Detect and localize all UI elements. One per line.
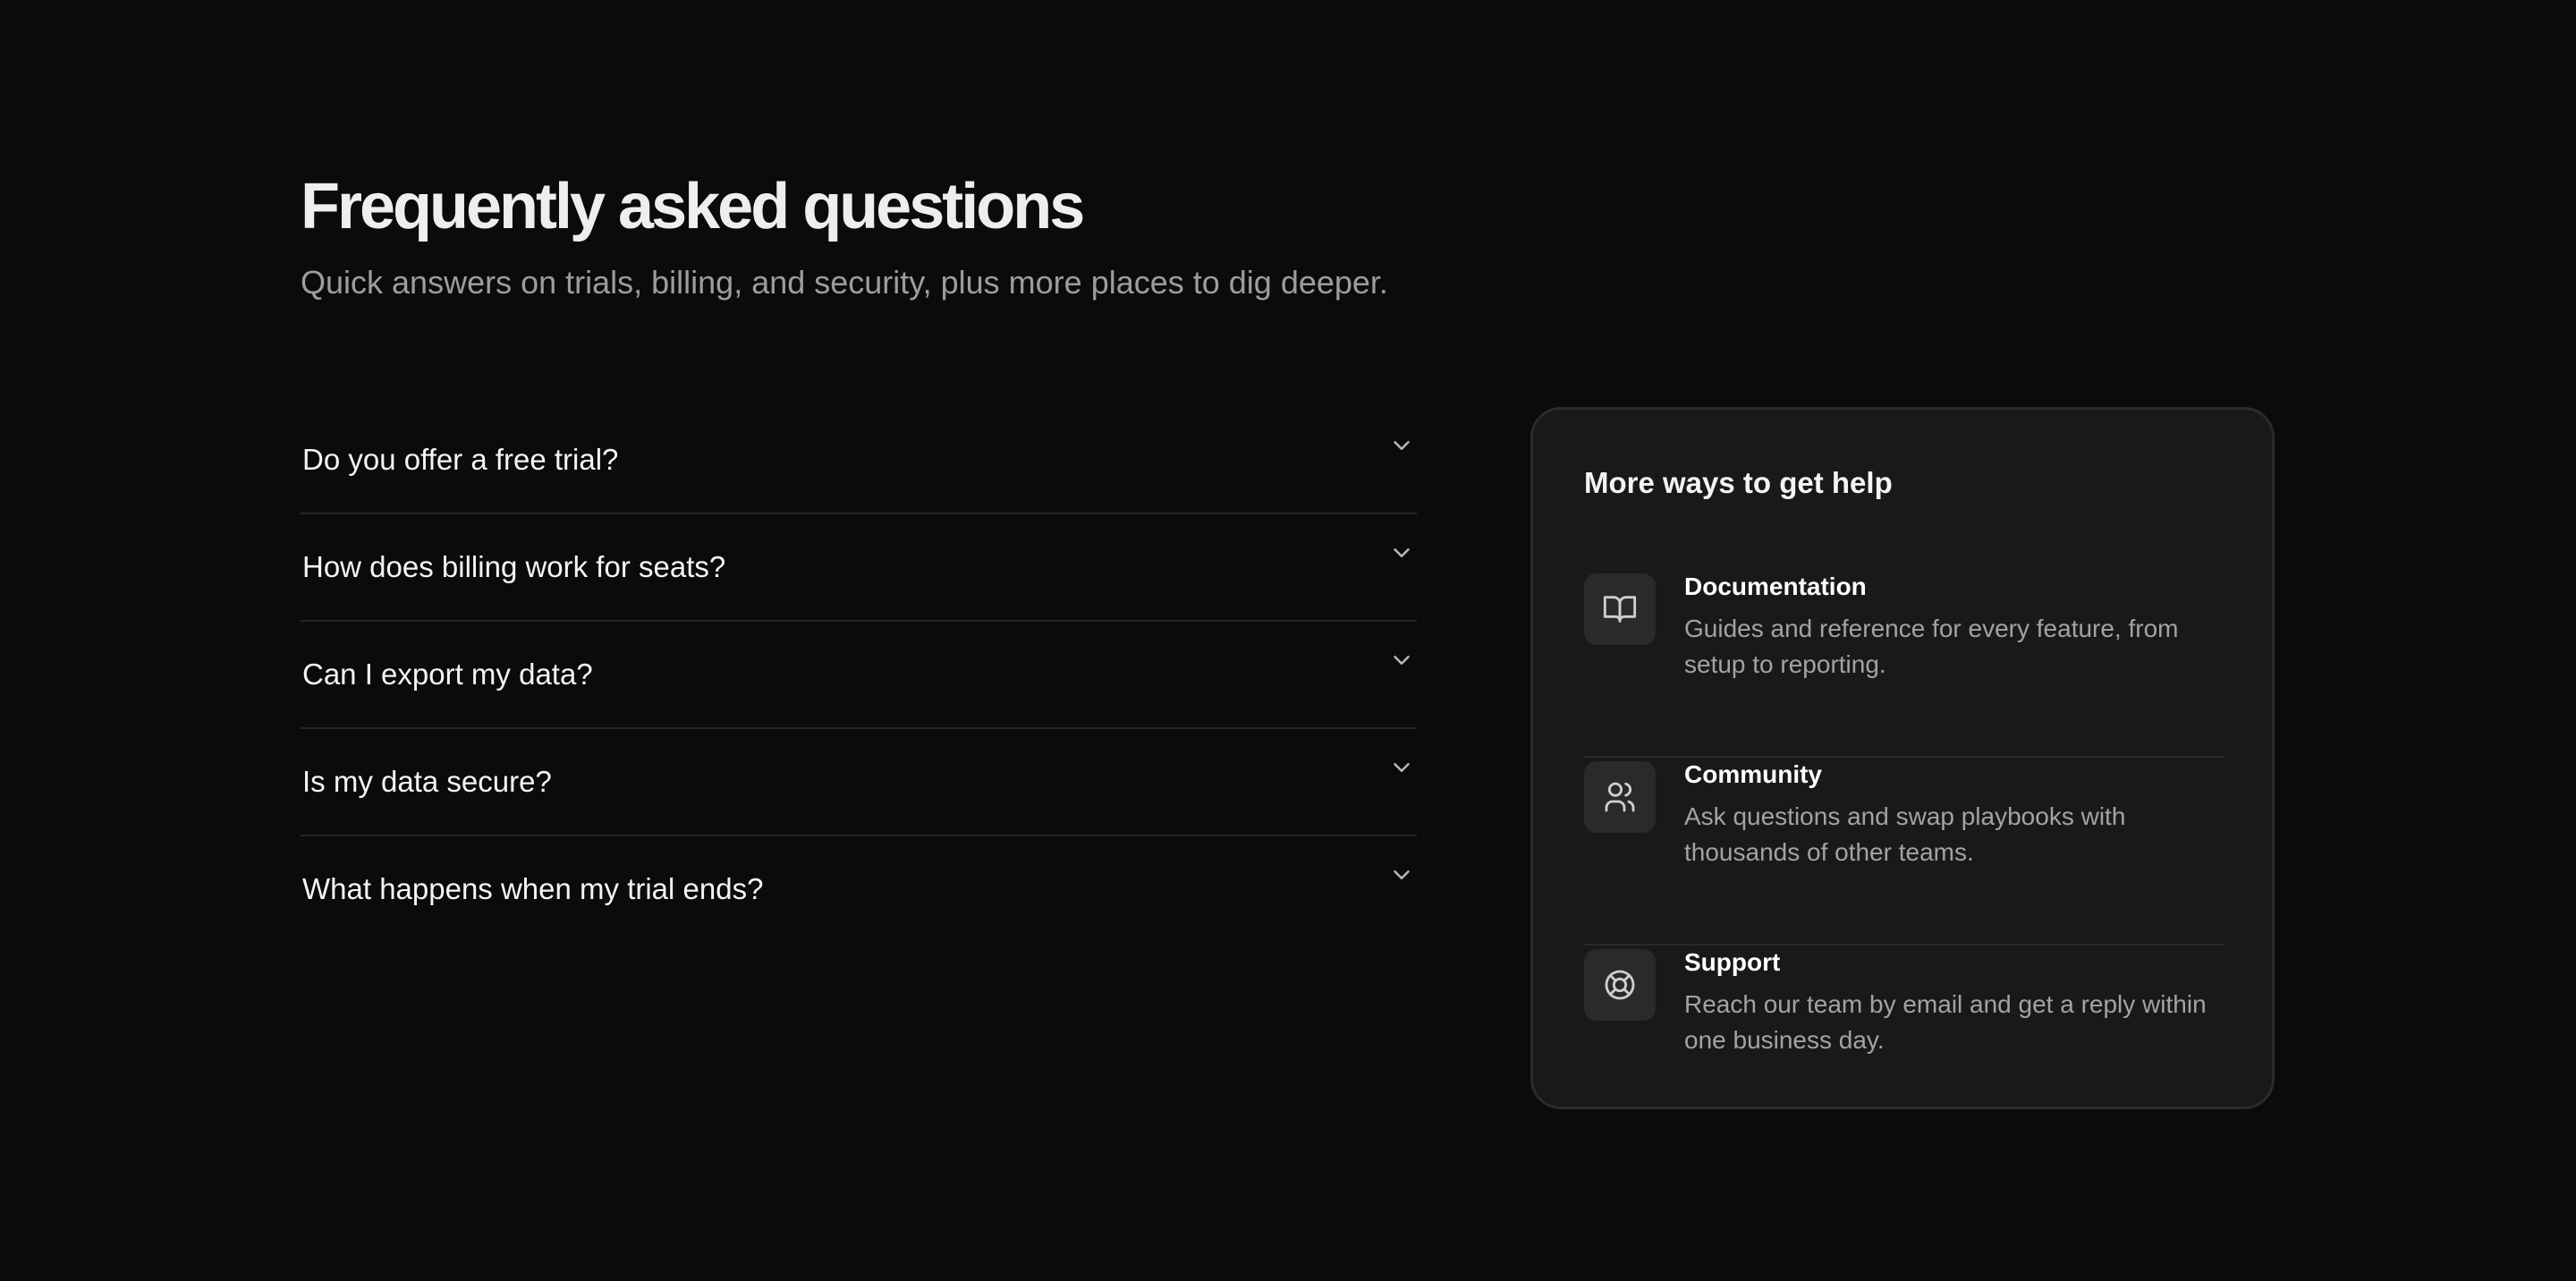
lifebuoy-icon xyxy=(1584,949,1656,1021)
faq-item-free-trial[interactable]: Do you offer a free trial? xyxy=(301,407,1417,514)
faq-question: What happens when my trial ends? xyxy=(302,872,764,905)
faq-question: Do you offer a free trial? xyxy=(302,443,619,476)
faq-item-data-security[interactable]: Is my data secure? xyxy=(301,729,1417,836)
faq-item-billing-seats[interactable]: How does billing work for seats? xyxy=(301,514,1417,622)
help-card-title: More ways to get help xyxy=(1584,466,1893,499)
faq-item-trial-end[interactable]: What happens when my trial ends? xyxy=(301,836,1417,942)
help-item-description: Ask questions and swap playbooks with th… xyxy=(1684,802,2126,866)
help-item-title: Documentation xyxy=(1684,573,1867,600)
chevron-down-icon[interactable] xyxy=(1388,432,1415,459)
page-title: Frequently asked questions xyxy=(301,171,1085,242)
page-subtitle: Quick answers on trials, billing, and se… xyxy=(301,264,1388,301)
help-item-description: Reach our team by email and get a reply … xyxy=(1684,990,2207,1054)
faq-question: Is my data secure? xyxy=(302,765,552,798)
help-item-title: Community xyxy=(1684,760,1822,788)
chevron-down-icon[interactable] xyxy=(1388,861,1415,888)
users-icon xyxy=(1584,761,1656,833)
help-card: More ways to get help Documentation Guid… xyxy=(1530,407,2275,1109)
faq-question: How does billing work for seats? xyxy=(302,550,726,583)
help-item-description: Guides and reference for every feature, … xyxy=(1684,615,2179,678)
faq-question: Can I export my data? xyxy=(302,657,593,691)
faq-list: Do you offer a free trial? How does bill… xyxy=(301,407,1417,942)
faq-item-export-data[interactable]: Can I export my data? xyxy=(301,622,1417,729)
chevron-down-icon[interactable] xyxy=(1388,539,1415,566)
help-item-documentation[interactable]: Documentation Guides and reference for e… xyxy=(1584,570,2224,758)
faq-page: Frequently asked questions Quick answers… xyxy=(301,165,2275,305)
help-item-support[interactable]: Support Reach our team by email and get … xyxy=(1584,946,2224,1133)
help-item-title: Support xyxy=(1684,948,1781,976)
chevron-down-icon[interactable] xyxy=(1388,647,1415,674)
help-item-community[interactable]: Community Ask questions and swap playboo… xyxy=(1584,758,2224,946)
book-icon xyxy=(1584,573,1656,645)
chevron-down-icon[interactable] xyxy=(1388,754,1415,781)
